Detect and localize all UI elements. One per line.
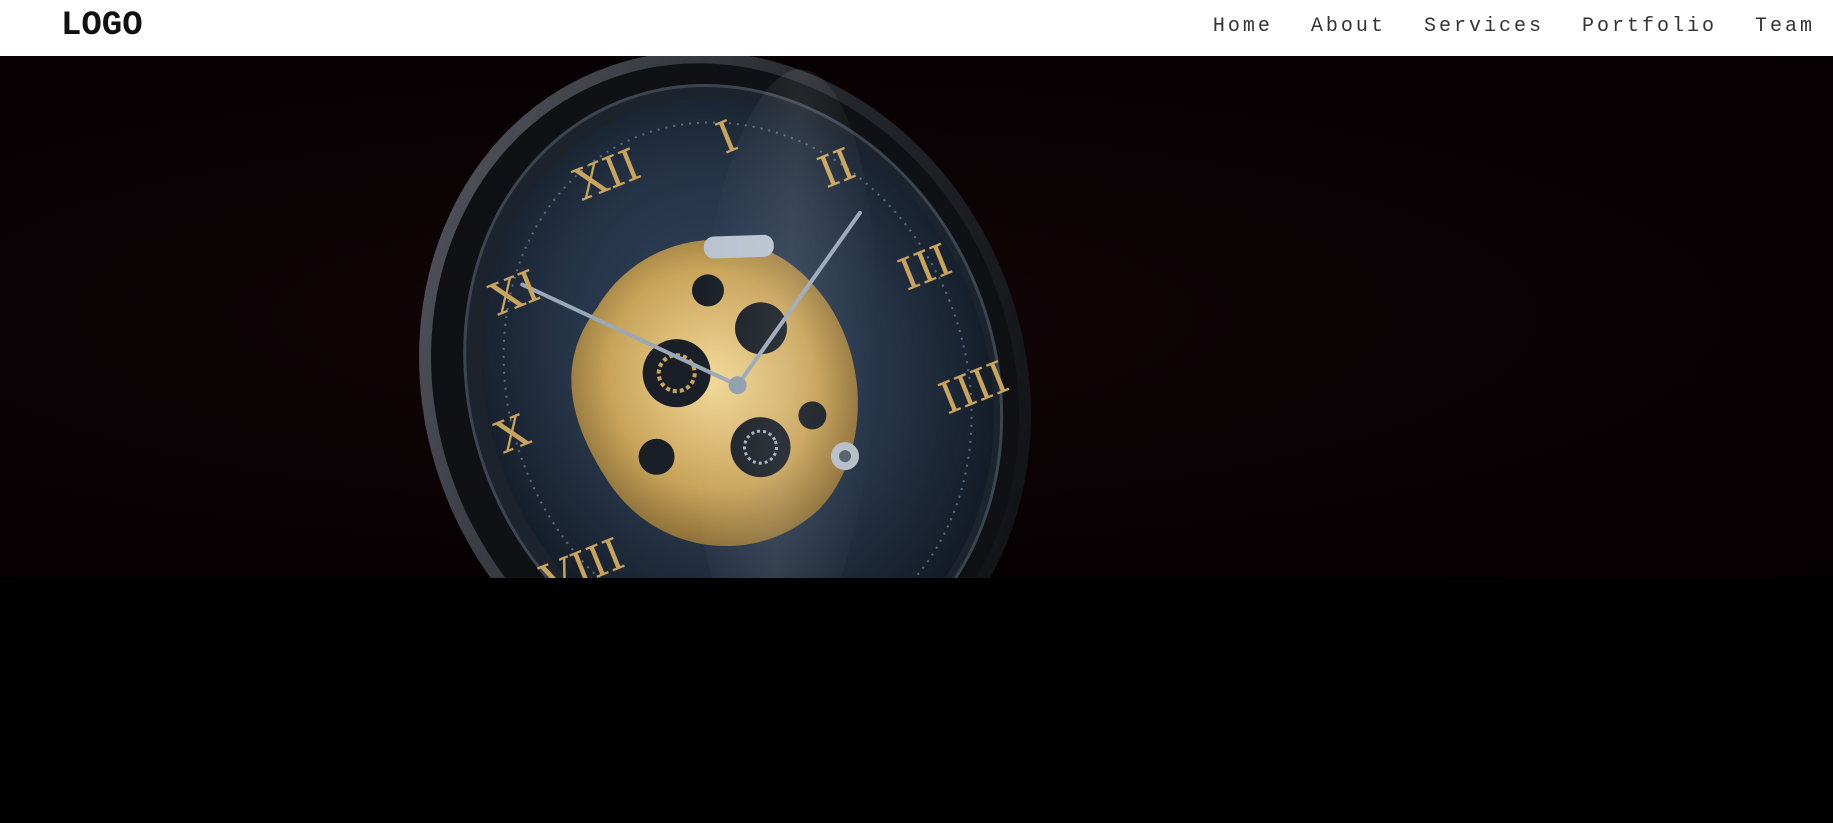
content-section: [0, 578, 1833, 823]
pocket-watch-image: XII I II III IIII X XI VIII: [419, 56, 1031, 578]
nav-link-services[interactable]: Services: [1424, 15, 1544, 38]
hero-banner: XII I II III IIII X XI VIII: [0, 56, 1833, 578]
navbar: LOGO Home About Services Portfolio Team: [0, 0, 1833, 56]
nav-link-home[interactable]: Home: [1213, 15, 1273, 38]
watch-case: XII I II III IIII X XI VIII: [419, 56, 1031, 578]
nav-link-portfolio[interactable]: Portfolio: [1582, 15, 1717, 38]
logo[interactable]: LOGO: [61, 6, 143, 46]
nav-menu: Home About Services Portfolio Team: [1213, 0, 1815, 52]
nav-link-about[interactable]: About: [1311, 15, 1386, 38]
nav-link-team[interactable]: Team: [1755, 15, 1815, 38]
